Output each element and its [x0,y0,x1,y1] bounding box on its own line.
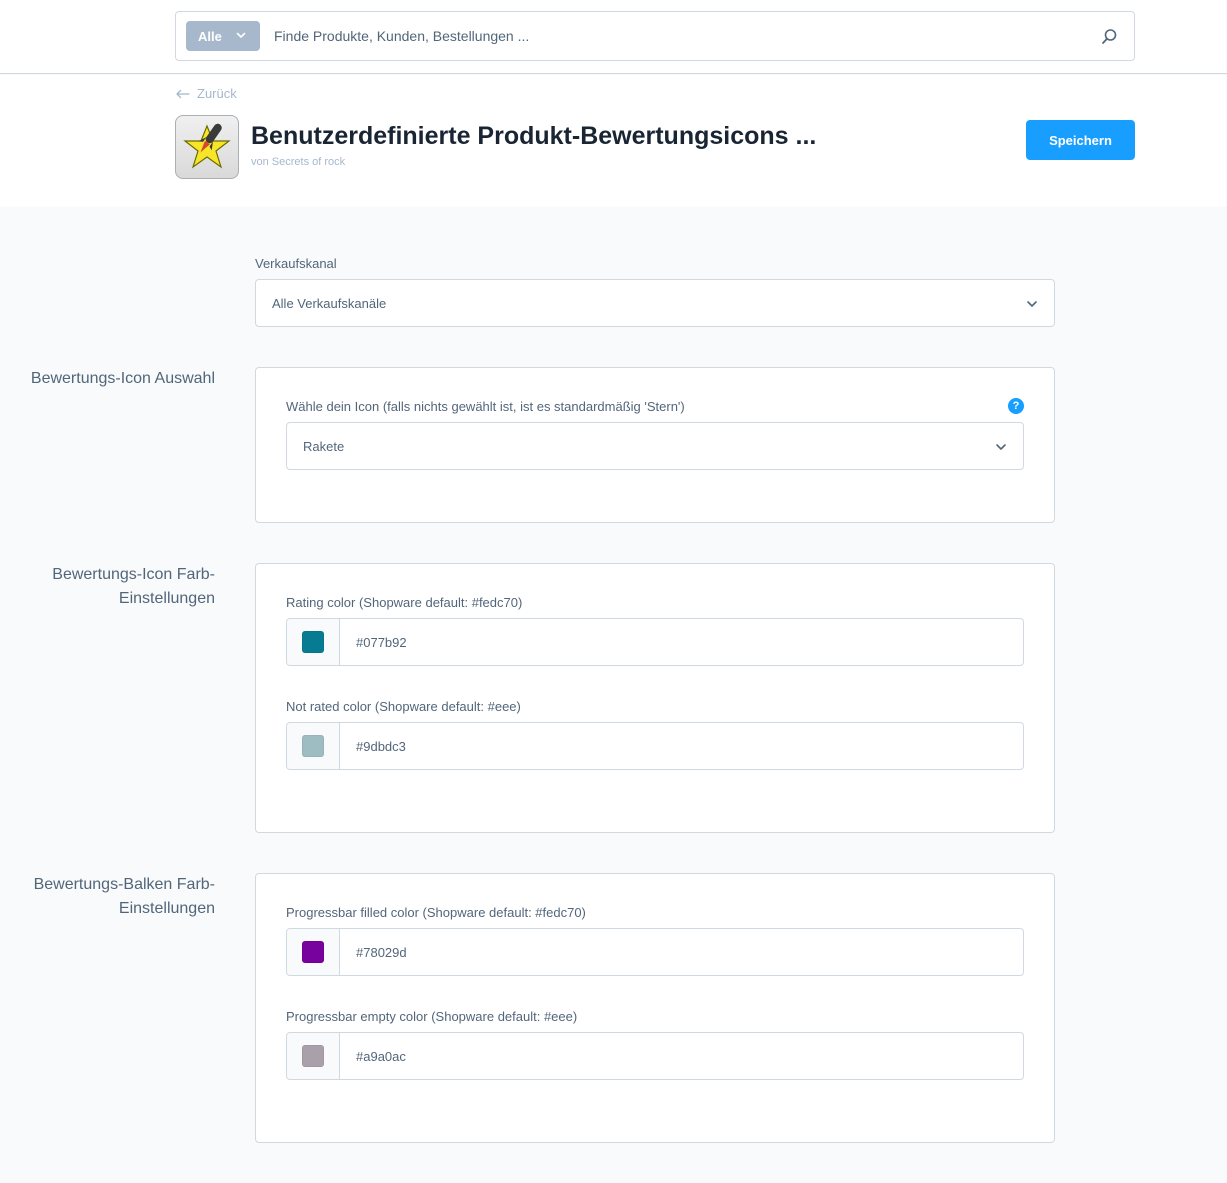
progressbar-filled-picker[interactable] [287,929,340,975]
search-type-select[interactable]: Alle [186,21,260,51]
save-button[interactable]: Speichern [1026,120,1135,160]
progressbar-empty-picker[interactable] [287,1033,340,1079]
progressbar-empty-label: Progressbar empty color (Shopware defaul… [286,1009,578,1024]
sales-channel-select[interactable]: Alle Verkaufskanäle [255,279,1055,327]
not-rated-color-picker[interactable] [287,723,340,769]
sales-channel-value: Alle Verkaufskanäle [272,295,387,311]
not-rated-color-label: Not rated color (Shopware default: #eee) [286,699,521,714]
rating-color-picker[interactable] [287,619,340,665]
arrow-left-icon [176,89,190,98]
progressbar-empty-swatch [302,1045,324,1067]
not-rated-color-field [286,722,1024,770]
search-icon[interactable] [1101,28,1118,45]
not-rated-color-swatch [302,735,324,757]
icon-select[interactable]: Rakete [286,422,1024,470]
rating-color-label: Rating color (Shopware default: #fedc70) [286,595,523,610]
help-icon[interactable]: ? [1008,398,1024,414]
progressbar-filled-field [286,928,1024,976]
rating-color-input[interactable] [356,631,996,653]
section-title-bar-colors: Bewertungs-Balken Farb-Einstellungen [33,876,215,917]
back-label: Zurück [197,86,237,101]
card-bar-colors: Progressbar filled color (Shopware defau… [255,873,1055,1143]
page-header: Zurück Benutzerdefinierte Produkt-Bewert… [0,75,1227,207]
sales-channel-label: Verkaufskanal [255,256,337,271]
icon-select-value: Rakete [303,438,345,454]
chevron-down-icon [996,444,1006,450]
page-subtitle: von Secrets of rock [251,156,346,168]
rating-color-swatch [302,631,324,653]
card-icon-selection: Wähle dein Icon (falls nichts gewählt is… [255,367,1055,523]
page-title: Benutzerdefinierte Produkt-Bewertungsico… [251,122,817,150]
back-link[interactable]: Zurück [175,86,237,101]
app-icon [175,115,239,179]
top-bar: Alle [0,0,1227,74]
progressbar-filled-label: Progressbar filled color (Shopware defau… [286,905,586,920]
chevron-down-icon [236,32,246,38]
progressbar-empty-input[interactable] [356,1045,996,1067]
progressbar-empty-field [286,1032,1024,1080]
rating-color-field [286,618,1024,666]
card-icon-colors: Rating color (Shopware default: #fedc70)… [255,563,1055,833]
rocket-star-icon [183,123,231,169]
progressbar-filled-input[interactable] [356,941,996,963]
icon-select-label: Wähle dein Icon (falls nichts gewählt is… [286,399,685,414]
chevron-down-icon [1027,301,1037,307]
progressbar-filled-swatch [302,941,324,963]
search-type-label: Alle [198,28,222,44]
search-input[interactable] [274,24,1074,48]
global-search: Alle [175,11,1135,61]
section-title-icon-selection: Bewertungs-Icon Auswahl [30,370,215,387]
not-rated-color-input[interactable] [356,735,996,757]
section-title-icon-colors: Bewertungs-Icon Farb-Einstellungen [52,566,215,607]
